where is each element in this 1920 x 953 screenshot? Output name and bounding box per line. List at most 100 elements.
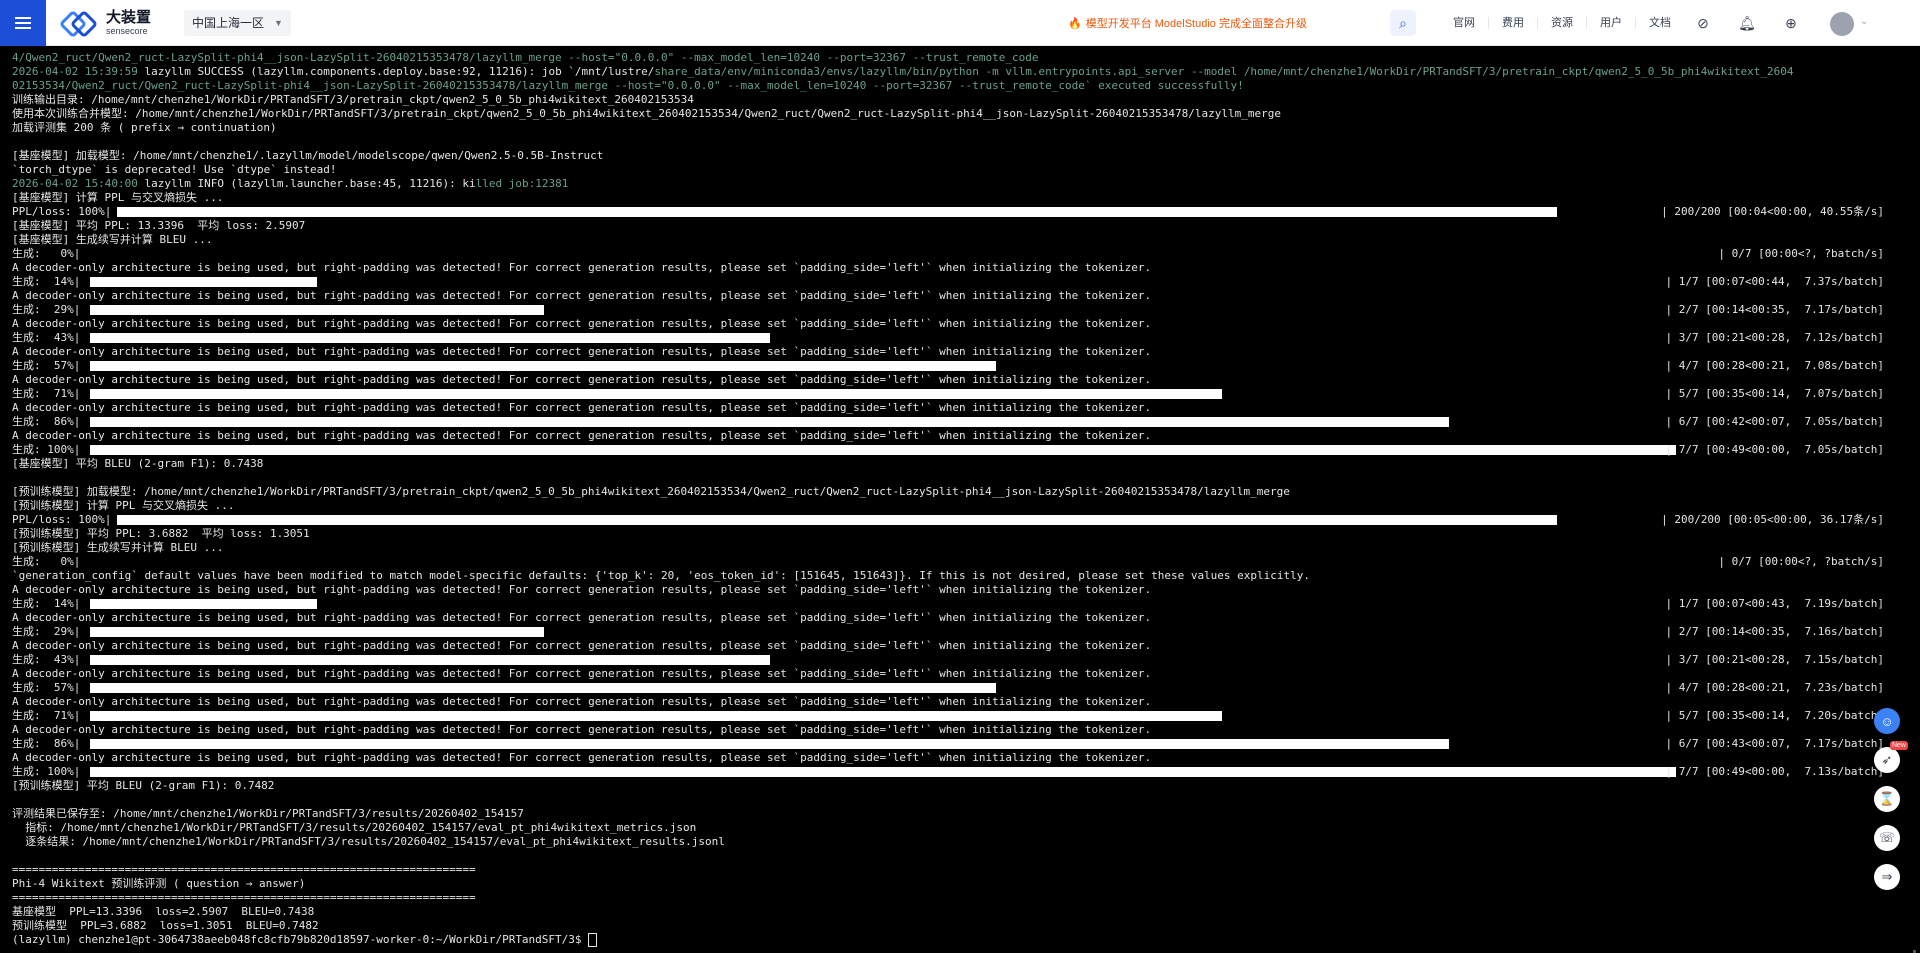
announcement-text: 模型开发平台 ModelStudio 完成全面整合升级	[1085, 18, 1307, 30]
progress-line: 生成: 86%| | 6/7 [00:42<00:07, 7.05s/batch]	[12, 415, 1884, 428]
progress-bar-fill	[90, 655, 770, 665]
terminal-line: [预训练模型] 计算 PPL 与交叉熵损失 ...	[12, 499, 235, 512]
terminal-line: 基座模型 PPL=13.3396 loss=2.5907 BLEU=0.7438	[12, 905, 315, 918]
region-selector[interactable]: 中国上海一区 ▼	[184, 9, 291, 36]
region-label: 中国上海一区	[192, 16, 265, 30]
announcement-banner[interactable]: 🔥 模型开发平台 ModelStudio 完成全面整合升级	[1068, 15, 1307, 31]
progress-bar-fill	[90, 445, 1676, 455]
terminal[interactable]: 4/Qwen2_ruct/Qwen2_ruct-LazySplit-phi4__…	[0, 46, 1920, 953]
terminal-line: ========================================…	[12, 863, 476, 876]
terminal-line: A decoder-only architecture is being use…	[12, 373, 1152, 386]
logo-mark-icon	[58, 9, 100, 38]
progress-bar-fill	[90, 683, 996, 693]
rocket-icon: ➶	[1881, 752, 1893, 767]
progress-stats: | 7/7 [00:49<00:00, 7.13s/batch]	[1665, 765, 1884, 778]
terminal-line: A decoder-only architecture is being use…	[12, 723, 1152, 736]
progress-stats: | 7/7 [00:49<00:00, 7.05s/batch]	[1665, 443, 1884, 456]
compass-icon[interactable]: ⊘	[1692, 12, 1714, 34]
chevron-down-icon[interactable]: ⌄	[1860, 16, 1868, 27]
floating-toolbar: ☺ ➶ New ⌛ ☏ ⇒	[1874, 708, 1908, 903]
terminal-line: [基座模型] 生成续写并计算 BLEU ...	[12, 233, 213, 246]
progress-line: 生成: 14%| | 1/7 [00:07<00:43, 7.19s/batch]	[12, 597, 1884, 610]
hourglass-button[interactable]: ⌛	[1874, 786, 1900, 812]
log-level: lazyllm SUCCESS (lazyllm.components.depl…	[137, 65, 655, 78]
progress-bar-fill	[90, 277, 317, 287]
progress-bar-fill	[90, 627, 544, 637]
logo[interactable]: 大装置 sensecore	[58, 8, 162, 38]
terminal-line: [预训练模型] 平均 BLEU (2-gram F1): 0.7482	[12, 779, 275, 792]
log-level: lazyllm INFO (lazyllm.launcher.base:45, …	[137, 177, 476, 190]
new-feature-button[interactable]: ➶ New	[1874, 741, 1908, 773]
progress-line: PPL/loss: 100%| | 200/200 [00:05<00:00, 3…	[12, 513, 1884, 526]
nav-link-website[interactable]: 官网	[1440, 17, 1489, 29]
terminal-line: A decoder-only architecture is being use…	[12, 667, 1152, 680]
headset-icon: ☏	[1878, 830, 1896, 845]
support-button[interactable]: ☏	[1874, 825, 1900, 851]
bell-icon[interactable]: 🔔︎	[1736, 12, 1758, 34]
nav-link-docs[interactable]: 文档	[1636, 17, 1684, 29]
terminal-line: `generation_config` default values have …	[12, 569, 1311, 582]
globe-icon[interactable]: ⊕	[1780, 12, 1802, 34]
terminal-line: 加载评测集 200 条 ( prefix → continuation)	[12, 121, 277, 134]
progress-line: 生成: 43%| | 3/7 [00:21<00:28, 7.12s/batch]	[12, 331, 1884, 344]
progress-bar-fill	[90, 361, 996, 371]
terminal-line: A decoder-only architecture is being use…	[12, 695, 1152, 708]
progress-line: 生成: 14%| | 1/7 [00:07<00:44, 7.37s/batch]	[12, 275, 1884, 288]
progress-stats: | 2/7 [00:14<00:35, 7.17s/batch]	[1665, 303, 1884, 316]
terminal-line: [基座模型] 平均 PPL: 13.3396 平均 loss: 2.5907	[12, 219, 306, 232]
terminal-line: 4/Qwen2_ruct/Qwen2_ruct-LazySplit-phi4__…	[12, 51, 1039, 64]
log-timestamp: 2026-04-02 15:40:00	[12, 177, 138, 190]
progress-stats: | 1/7 [00:07<00:44, 7.37s/batch]	[1665, 275, 1884, 288]
hamburger-icon	[15, 21, 31, 24]
brand-subtitle: sensecore	[106, 25, 148, 36]
terminal-line: A decoder-only architecture is being use…	[12, 639, 1152, 652]
progress-bar-fill	[90, 739, 1449, 749]
progress-bar-fill	[90, 305, 544, 315]
top-navigation-bar: 大装置 sensecore 中国上海一区 ▼ 🔥 模型开发平台 ModelStu…	[0, 0, 1920, 46]
avatar[interactable]	[1830, 12, 1854, 36]
progress-stats: | 6/7 [00:43<00:07, 7.17s/batch]	[1665, 737, 1884, 750]
nav-link-users[interactable]: 用户	[1587, 17, 1636, 29]
terminal-line: A decoder-only architecture is being use…	[12, 583, 1152, 596]
terminal-line: A decoder-only architecture is being use…	[12, 751, 1152, 764]
shell-prompt: (lazyllm) chenzhe1@pt-3064738aeeb048fc8c…	[12, 933, 1912, 947]
nav-link-billing[interactable]: 费用	[1489, 17, 1538, 29]
terminal-line: A decoder-only architecture is being use…	[12, 289, 1152, 302]
terminal-line: A decoder-only architecture is being use…	[12, 429, 1152, 442]
progress-stats: | 4/7 [00:28<00:21, 7.08s/batch]	[1665, 359, 1884, 372]
terminal-line: 2026-04-02 15:39:59 lazyllm SUCCESS (laz…	[12, 65, 1912, 79]
progress-bar-fill	[117, 515, 1557, 525]
terminal-line: A decoder-only architecture is being use…	[12, 317, 1152, 330]
progress-line: 生成: 86%| | 6/7 [00:43<00:07, 7.17s/batch]	[12, 737, 1884, 750]
terminal-line: 2026-04-02 15:40:00 lazyllm INFO (lazyll…	[12, 177, 1912, 191]
arrow-right-icon: ⇒	[1881, 869, 1893, 884]
terminal-line: [基座模型] 计算 PPL 与交叉熵损失 ...	[12, 191, 224, 204]
collapse-button[interactable]: ⇒	[1874, 864, 1900, 890]
nav-link-resources[interactable]: 资源	[1538, 17, 1587, 29]
terminal-line: 预训练模型 PPL=3.6882 loss=1.3051 BLEU=0.7482	[12, 919, 319, 932]
progress-stats: | 5/7 [00:35<00:14, 7.07s/batch]	[1665, 387, 1884, 400]
progress-line: 生成: 0%| | 0/7 [00:00<?, ?batch/s]	[12, 555, 1884, 568]
progress-stats: | 1/7 [00:07<00:43, 7.19s/batch]	[1665, 597, 1884, 610]
robot-icon: ☺	[1880, 713, 1894, 729]
terminal-line: [预训练模型] 平均 PPL: 3.6882 平均 loss: 1.3051	[12, 527, 310, 540]
log-timestamp: 2026-04-02 15:39:59	[12, 65, 138, 78]
progress-stats: | 2/7 [00:14<00:35, 7.16s/batch]	[1665, 625, 1884, 638]
progress-bar-fill	[90, 711, 1222, 721]
progress-stats: | 3/7 [00:21<00:28, 7.15s/batch]	[1665, 653, 1884, 666]
nav-links: 官网 费用 资源 用户 文档	[1440, 0, 1684, 46]
fire-icon: 🔥	[1068, 17, 1082, 30]
menu-button[interactable]	[0, 0, 46, 46]
brand-name: 大装置	[106, 8, 152, 26]
assistant-button[interactable]: ☺	[1874, 708, 1900, 734]
terminal-line: [预训练模型] 生成续写并计算 BLEU ...	[12, 541, 224, 554]
terminal-line: 训练输出目录: /home/mnt/chenzhe1/WorkDir/PRTan…	[12, 93, 694, 106]
terminal-line: A decoder-only architecture is being use…	[12, 401, 1152, 414]
terminal-line: [基座模型] 平均 BLEU (2-gram F1): 0.7438	[12, 457, 264, 470]
progress-stats: | 0/7 [00:00<?, ?batch/s]	[1718, 555, 1884, 568]
progress-stats: | 3/7 [00:21<00:28, 7.12s/batch]	[1665, 331, 1884, 344]
search-button[interactable]: ⌕	[1390, 10, 1416, 36]
progress-line: 生成: 71%| | 5/7 [00:35<00:14, 7.20s/batch]	[12, 709, 1884, 722]
